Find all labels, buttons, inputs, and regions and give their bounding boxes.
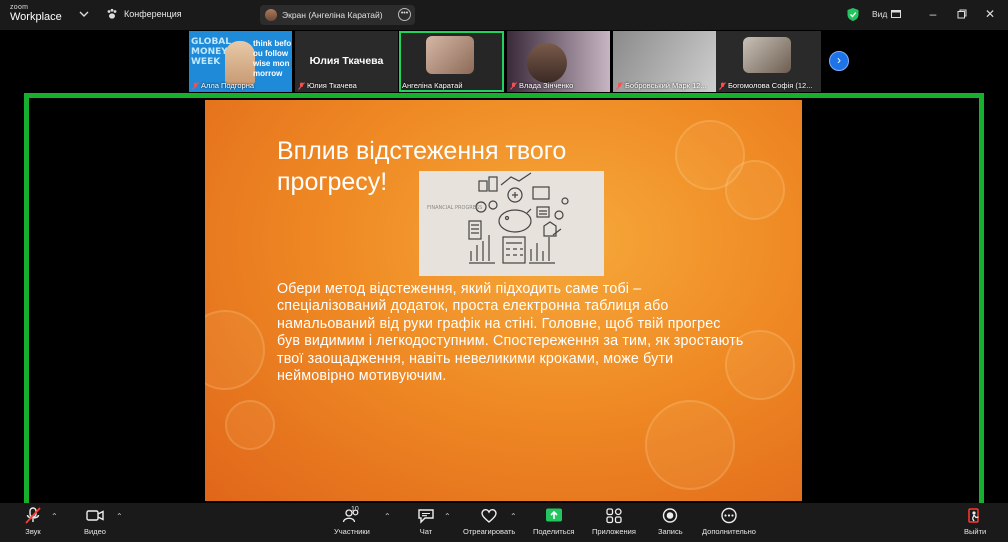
bokeh-decoration (205, 310, 265, 390)
participant-name: Алла Подгорна (192, 81, 254, 90)
title-bar: zoom Workplace Конференция Экран (Ангелі… (0, 0, 1008, 30)
leave-icon (968, 508, 979, 523)
participant-tile[interactable]: Богомолова Софія (12... (716, 31, 821, 92)
participant-name-text: Юлия Ткачева (307, 81, 357, 90)
participant-tile[interactable]: Бобровський Марк 12... (613, 31, 716, 92)
chat-label: Чат (419, 527, 433, 536)
participant-name-text: Бобровський Марк 12... (625, 81, 707, 90)
participant-name: Богомолова Софія (12... (719, 81, 812, 90)
mic-muted-icon (298, 81, 305, 90)
meeting-info[interactable]: Конференция (106, 8, 182, 20)
apps-button[interactable]: Приложения (592, 507, 636, 536)
video-camera-icon (86, 510, 104, 521)
participants-label: Участники (334, 527, 370, 536)
record-icon (663, 508, 678, 523)
apps-label: Приложения (592, 527, 636, 536)
record-button[interactable]: Запись (658, 507, 683, 536)
mic-muted-icon (719, 81, 726, 90)
participant-video (225, 41, 255, 85)
chevron-down-icon[interactable] (78, 8, 90, 20)
participant-name: Юлия Ткачева (298, 81, 357, 90)
react-options-caret[interactable]: ⌃ (510, 512, 517, 521)
bokeh-decoration (725, 160, 785, 220)
finance-doodle-icon: FINANCIAL PROGRESS (427, 172, 569, 264)
participant-big-name: Юлия Ткачева (309, 55, 384, 67)
security-shield-icon[interactable] (846, 7, 860, 22)
participant-tile[interactable]: GLOBAL MONEY WEEK think befo ou follow wise … (189, 31, 292, 92)
slide-body-text: Обери метод відстеження, який підходить … (277, 281, 744, 385)
bokeh-decoration (225, 400, 275, 450)
chat-options-caret[interactable]: ⌃ (444, 512, 451, 521)
tile-banner-text-right: think befo ou follow wise mon morrow (253, 39, 292, 78)
logo-zoom-text: zoom (10, 4, 29, 11)
participant-video (527, 43, 567, 83)
chat-icon (418, 509, 434, 524)
screen-share-indicator[interactable]: Экран (Ангеліна Каратай) ••• (260, 5, 415, 25)
participant-tile[interactable]: Юлия Ткачева Юлия Ткачева (295, 31, 398, 92)
participant-name-text: Богомолова Софія (12... (728, 81, 813, 90)
video-options-caret[interactable]: ⌃ (116, 512, 123, 521)
video-button[interactable]: Видео (84, 507, 106, 536)
audio-options-caret[interactable]: ⌃ (51, 512, 58, 521)
next-participants-button[interactable]: › (829, 51, 849, 71)
minimize-icon[interactable]: – (926, 6, 940, 22)
grid-view-icon (891, 10, 902, 18)
screen-share-label: Экран (Ангеліна Каратай) (282, 10, 383, 20)
participants-options-caret[interactable]: ⌃ (384, 512, 391, 521)
participant-name-text: Влада Зінченко (519, 81, 574, 90)
mic-muted-icon (192, 81, 199, 90)
more-icon (721, 507, 737, 524)
chat-button[interactable]: Чат (417, 507, 435, 536)
close-icon[interactable]: ✕ (983, 6, 997, 22)
audio-button[interactable]: Звук (24, 507, 42, 536)
participant-tile-active[interactable]: Ангеліна Каратай (399, 31, 504, 92)
presentation-slide: Вплив відстеження твого прогресу! FINANC… (205, 100, 802, 501)
more-button[interactable]: Дополнительно (702, 507, 756, 536)
restore-icon[interactable] (955, 6, 969, 22)
heart-icon (481, 508, 497, 523)
participant-name-text: Алла Подгорна (201, 81, 255, 90)
zoom-logo: zoom Workplace (10, 4, 62, 23)
view-label: Вид (872, 9, 888, 19)
participant-strip: GLOBAL MONEY WEEK think befo ou follow wise … (189, 31, 821, 92)
audio-label: Звук (25, 527, 41, 536)
record-label: Запись (658, 527, 683, 536)
participant-name: Ангеліна Каратай (402, 81, 463, 90)
share-screen-icon (545, 508, 562, 522)
mic-muted-icon (510, 81, 517, 90)
leave-label: Выйти (964, 527, 987, 536)
more-label: Дополнительно (702, 527, 756, 536)
participant-name-text: Ангеліна Каратай (402, 81, 463, 90)
paw-icon (107, 8, 117, 19)
leave-button[interactable]: Выйти (964, 507, 986, 536)
participant-video (426, 36, 474, 74)
apps-icon (606, 508, 622, 524)
participants-count: 10 (351, 506, 359, 513)
bokeh-decoration (645, 400, 735, 490)
share-label: Поделиться (533, 527, 575, 536)
video-label: Видео (84, 527, 106, 536)
participants-button[interactable]: 10 Участники (334, 506, 370, 536)
view-button[interactable]: Вид (872, 9, 902, 19)
illustration-caption: FINANCIAL PROGRESS (427, 205, 482, 211)
participant-name: Влада Зінченко (510, 81, 573, 90)
avatar (265, 9, 277, 21)
mic-muted-icon (25, 507, 41, 524)
share-button[interactable]: Поделиться (533, 507, 574, 536)
logo-workplace-text: Workplace (10, 11, 62, 23)
more-options-icon[interactable]: ••• (398, 8, 411, 21)
react-label: Отреагировать (463, 527, 516, 536)
financial-progress-illustration: FINANCIAL PROGRESS (419, 171, 604, 276)
participant-video (743, 37, 791, 73)
react-button[interactable]: Отреагировать (463, 507, 515, 536)
meeting-label: Конференция (124, 9, 182, 19)
participant-name: Бобровський Марк 12... (616, 81, 707, 90)
meeting-toolbar: Звук ⌃ Видео ⌃ 10 Участники ⌃ Чат ⌃ Отре… (0, 503, 1008, 542)
mic-muted-icon (616, 81, 623, 90)
participant-tile[interactable]: Влада Зінченко (507, 31, 610, 92)
